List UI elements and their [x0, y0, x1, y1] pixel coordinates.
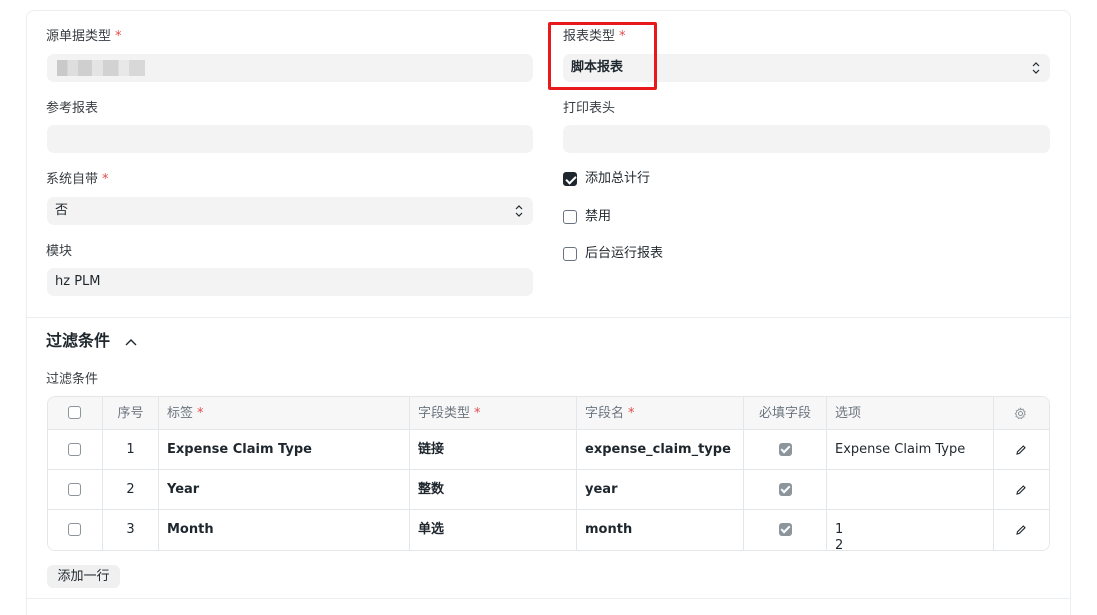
option-line: 1	[835, 522, 844, 537]
table-row[interactable]: 1 Expense Claim Type 链接 expense_claim_ty…	[48, 430, 1049, 470]
ref-report-label: 参考报表	[46, 101, 99, 116]
header-options: 选项	[827, 397, 994, 429]
filters-section-title[interactable]: 过滤条件	[46, 331, 110, 351]
row-fieldname[interactable]: expense_claim_type	[577, 430, 744, 469]
required-mark: *	[628, 406, 635, 421]
row-fieldtype[interactable]: 整数	[410, 470, 577, 509]
print-header-input[interactable]	[563, 125, 1050, 153]
row-fieldtype[interactable]: 单选	[410, 510, 577, 550]
row-edit-cell	[994, 430, 1049, 469]
row-label[interactable]: Year	[159, 470, 410, 509]
header-fieldname-text: 字段名	[585, 406, 625, 421]
row-idx: 3	[103, 510, 159, 550]
header-fieldname: 字段名 *	[577, 397, 744, 429]
add-total-row-label: 添加总计行	[585, 171, 651, 186]
required-mark: *	[102, 172, 109, 187]
disabled-label: 禁用	[585, 209, 612, 224]
row-fieldname[interactable]: year	[577, 470, 744, 509]
header-select-cell	[48, 397, 103, 429]
row-select-cell	[48, 430, 103, 469]
row-mandatory-cell	[744, 430, 827, 469]
select-arrows-icon	[1032, 62, 1040, 74]
filters-field-label: 过滤条件	[46, 372, 99, 387]
row-edit-cell	[994, 510, 1049, 550]
required-mark: *	[197, 406, 204, 421]
add-row-button[interactable]: 添加一行	[47, 565, 120, 588]
disabled-checkbox[interactable]	[563, 210, 577, 224]
filters-table: 序号 标签 * 字段类型 * 字段名 * 必填字段 选项 1 Expense Clai…	[47, 396, 1050, 551]
table-row[interactable]: 2 Year 整数 year	[48, 470, 1049, 510]
header-mandatory: 必填字段	[744, 397, 827, 429]
header-idx: 序号	[103, 397, 159, 429]
row-options[interactable]	[827, 470, 994, 509]
module-input[interactable]: hz PLM	[47, 268, 533, 296]
ref-report-input[interactable]	[47, 125, 533, 153]
option-line: 2	[835, 538, 844, 550]
row-fieldtype[interactable]: 链接	[410, 430, 577, 469]
mandatory-checkbox[interactable]	[779, 443, 792, 456]
header-label-text: 标签	[167, 406, 194, 421]
row-select-cell	[48, 510, 103, 550]
table-row[interactable]: 3 Month 单选 month 1 2	[48, 510, 1049, 550]
row-checkbox[interactable]	[68, 443, 81, 456]
source-doctype-label-text: 源单据类型	[46, 29, 112, 44]
row-checkbox[interactable]	[68, 483, 81, 496]
chevron-up-icon[interactable]	[124, 336, 138, 348]
add-total-row-checkbox[interactable]	[563, 172, 577, 186]
pencil-icon[interactable]	[1015, 484, 1027, 496]
mandatory-checkbox[interactable]	[779, 483, 792, 496]
is-standard-label: 系统自带 *	[46, 172, 109, 188]
row-mandatory-cell	[744, 470, 827, 509]
row-edit-cell	[994, 470, 1049, 509]
table-header: 序号 标签 * 字段类型 * 字段名 * 必填字段 选项	[48, 397, 1049, 430]
section-divider	[27, 317, 1070, 318]
header-label: 标签 *	[159, 397, 410, 429]
print-header-label: 打印表头	[563, 101, 616, 116]
redacted-value	[57, 60, 145, 76]
row-checkbox[interactable]	[68, 523, 81, 536]
mandatory-checkbox[interactable]	[779, 523, 792, 536]
row-label[interactable]: Month	[159, 510, 410, 550]
pencil-icon[interactable]	[1015, 524, 1027, 536]
select-all-checkbox[interactable]	[68, 406, 81, 419]
required-mark: *	[115, 29, 122, 44]
row-select-cell	[48, 470, 103, 509]
gear-icon[interactable]	[1014, 407, 1027, 420]
header-settings-cell	[994, 397, 1049, 429]
is-standard-select[interactable]: 否	[47, 197, 533, 225]
row-fieldname[interactable]: month	[577, 510, 744, 550]
module-label: 模块	[46, 244, 73, 259]
header-fieldtype: 字段类型 *	[410, 397, 577, 429]
row-options[interactable]: 1 2	[827, 510, 994, 550]
source-doctype-label: 源单据类型 *	[46, 29, 122, 45]
required-mark: *	[474, 406, 481, 421]
prepared-report-checkbox[interactable]	[563, 247, 577, 261]
row-mandatory-cell	[744, 510, 827, 550]
row-options[interactable]: Expense Claim Type	[827, 430, 994, 469]
pencil-icon[interactable]	[1015, 444, 1027, 456]
source-doctype-input[interactable]	[47, 54, 533, 82]
row-idx: 1	[103, 430, 159, 469]
prepared-report-label: 后台运行报表	[585, 246, 664, 261]
row-idx: 2	[103, 470, 159, 509]
row-label[interactable]: Expense Claim Type	[159, 430, 410, 469]
header-fieldtype-text: 字段类型	[418, 406, 471, 421]
select-arrows-icon	[515, 205, 523, 217]
highlight-box	[548, 22, 657, 90]
section-divider	[27, 598, 1070, 599]
is-standard-value: 否	[55, 203, 69, 218]
is-standard-label-text: 系统自带	[46, 172, 99, 187]
